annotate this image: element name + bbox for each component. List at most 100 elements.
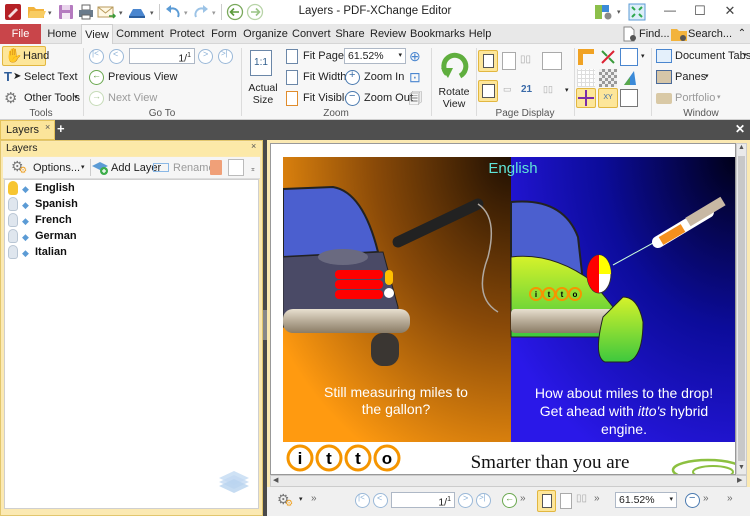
fullscreen-icon[interactable] (628, 3, 646, 21)
app-icon[interactable] (4, 3, 22, 21)
menu-organize[interactable]: Organize (243, 24, 288, 44)
split-view-button[interactable] (478, 80, 498, 102)
add-layer-button[interactable]: Add Layer (91, 158, 161, 178)
undo-icon[interactable] (164, 3, 182, 21)
layer-item-german[interactable]: ◆ German (6, 229, 156, 245)
menu-share[interactable]: Share (334, 24, 366, 44)
color-button[interactable] (620, 69, 638, 87)
email-icon[interactable] (97, 3, 117, 21)
facing-continuous-button[interactable] (542, 52, 562, 70)
visibility-bulb-on-icon[interactable] (8, 181, 18, 195)
marquee-zoom-icon[interactable]: ⊡ (409, 69, 421, 86)
tab-close-icon[interactable]: × (45, 122, 50, 132)
actual-size-button[interactable]: 1:1 Actual Size (245, 48, 281, 108)
facing-button[interactable]: ▯▯ (520, 54, 540, 68)
xy-coordinates-button[interactable]: XY (598, 88, 618, 108)
collapse-ribbon-icon[interactable]: ⌃ (736, 24, 748, 44)
next-page-button[interactable]: > (198, 49, 213, 64)
zoom-in-button[interactable]: + Zoom In (345, 69, 405, 86)
menu-help[interactable]: Help (466, 24, 494, 44)
toolbar-overflow-icon[interactable]: ⌅ (250, 165, 256, 173)
zoom-level-select[interactable]: 61.52% ▾ (615, 492, 677, 508)
rulers-button[interactable] (577, 48, 595, 66)
zoom-out-button[interactable]: − Zoom Out (345, 90, 413, 107)
scroll-up-icon[interactable]: ▲ (738, 144, 745, 151)
last-page-button[interactable]: >| (476, 493, 491, 508)
rotate-view-button[interactable]: Rotate View (434, 48, 474, 110)
single-page-button[interactable] (537, 490, 556, 512)
open-dropdown-icon[interactable]: ▾ (48, 9, 52, 17)
scroll-right-icon[interactable]: ▶ (737, 476, 742, 484)
hand-tool-button[interactable]: ✋ Hand (2, 46, 49, 66)
menu-view[interactable]: View (81, 24, 113, 45)
customize-dropdown-icon[interactable]: ▾ (617, 8, 621, 16)
menu-file[interactable]: File (0, 24, 41, 44)
other-tools-button[interactable]: ⚙ Other Tools ▾ (2, 90, 80, 108)
find-button[interactable]: Find... (639, 24, 670, 44)
crosshair-button[interactable] (576, 88, 596, 108)
first-page-button[interactable]: |< (89, 49, 104, 64)
scroll-left-icon[interactable]: ◀ (273, 476, 278, 484)
continuous-button[interactable] (502, 52, 516, 70)
page-number-input[interactable]: 1/1 (391, 492, 455, 509)
maximize-button[interactable]: ☐ (690, 3, 710, 21)
scroll-thumb[interactable] (738, 156, 745, 461)
page-numbers-button[interactable]: 21 (521, 84, 541, 100)
overflow-chevron-icon[interactable]: » (311, 493, 317, 504)
prev-page-button[interactable]: < (109, 49, 124, 64)
portfolio-button[interactable]: Portfolio ▾ (655, 90, 725, 108)
transparency-grid-button[interactable] (599, 69, 617, 87)
vertical-scrollbar[interactable]: ▲ ▼ (736, 143, 747, 475)
close-all-tabs-button[interactable]: ✕ (735, 122, 745, 136)
forward-icon[interactable] (246, 3, 264, 21)
open-icon[interactable] (27, 3, 46, 21)
auto-scroll-button[interactable]: ▭ (503, 84, 517, 100)
continuous-button[interactable] (560, 493, 572, 509)
menu-review[interactable]: Review (370, 24, 406, 44)
zoom-level-select[interactable]: 61.52% ▾ (344, 48, 406, 64)
overflow-chevron-icon[interactable]: » (594, 493, 600, 504)
menu-comment[interactable]: Comment (115, 24, 165, 44)
minimize-button[interactable]: — (660, 3, 680, 21)
fit-page-button[interactable]: Fit Page (285, 48, 344, 65)
search-button[interactable]: Search... (688, 24, 732, 44)
menu-bookmarks[interactable]: Bookmarks (410, 24, 465, 44)
previous-view-button[interactable]: ← Previous View (88, 69, 178, 87)
layer-item-spanish[interactable]: ◆ Spanish (6, 197, 156, 213)
first-page-button[interactable]: |< (355, 493, 370, 508)
grid-button[interactable] (620, 48, 638, 66)
undo-dropdown-icon[interactable]: ▾ (184, 9, 188, 17)
close-button[interactable]: ✕ (720, 3, 740, 21)
grid-dropdown-icon[interactable]: ▾ (641, 52, 645, 60)
horizontal-scrollbar[interactable]: ◀ ▶ (270, 475, 747, 487)
fit-width-button[interactable]: Fit Width (285, 69, 346, 86)
single-page-button[interactable] (478, 50, 498, 72)
panes-button[interactable]: Panes ▾ (655, 69, 715, 87)
scroll-down-icon[interactable]: ▼ (738, 464, 745, 471)
rename-button[interactable]: Rename (153, 158, 215, 178)
document-tabs-button[interactable]: Document Tabs ▾ (655, 48, 750, 66)
layers-document-tab[interactable]: Layers × (0, 120, 55, 140)
layer-item-english[interactable]: ◆ English (6, 181, 156, 197)
visibility-bulb-off-icon[interactable] (8, 245, 18, 259)
new-tab-button[interactable]: + (57, 121, 65, 136)
redo-dropdown-icon[interactable]: ▾ (212, 9, 216, 17)
redo-icon[interactable] (192, 3, 210, 21)
prev-page-button[interactable]: < (373, 493, 388, 508)
fit-visible-button[interactable]: Fit Visible (285, 90, 350, 107)
zoom-out-button[interactable]: − (685, 492, 700, 508)
menu-convert[interactable]: Convert (292, 24, 331, 44)
layer-properties-icon[interactable] (228, 159, 244, 176)
previous-view-button[interactable]: ← (502, 493, 517, 508)
select-text-button[interactable]: T ➤ Select Text (2, 69, 78, 87)
overflow-chevron-icon[interactable]: » (520, 493, 526, 504)
back-icon[interactable] (226, 3, 244, 21)
measure-button[interactable] (599, 48, 617, 66)
save-icon[interactable] (57, 3, 75, 21)
layer-item-italian[interactable]: ◆ Italian (6, 245, 156, 261)
visibility-bulb-off-icon[interactable] (8, 213, 18, 227)
page-number-input[interactable]: 1/1 (129, 48, 195, 65)
zoom-in-magnifier-icon[interactable]: ⊕ (409, 48, 421, 65)
menu-protect[interactable]: Protect (168, 24, 206, 44)
scan-dropdown-icon[interactable]: ▾ (150, 9, 154, 17)
